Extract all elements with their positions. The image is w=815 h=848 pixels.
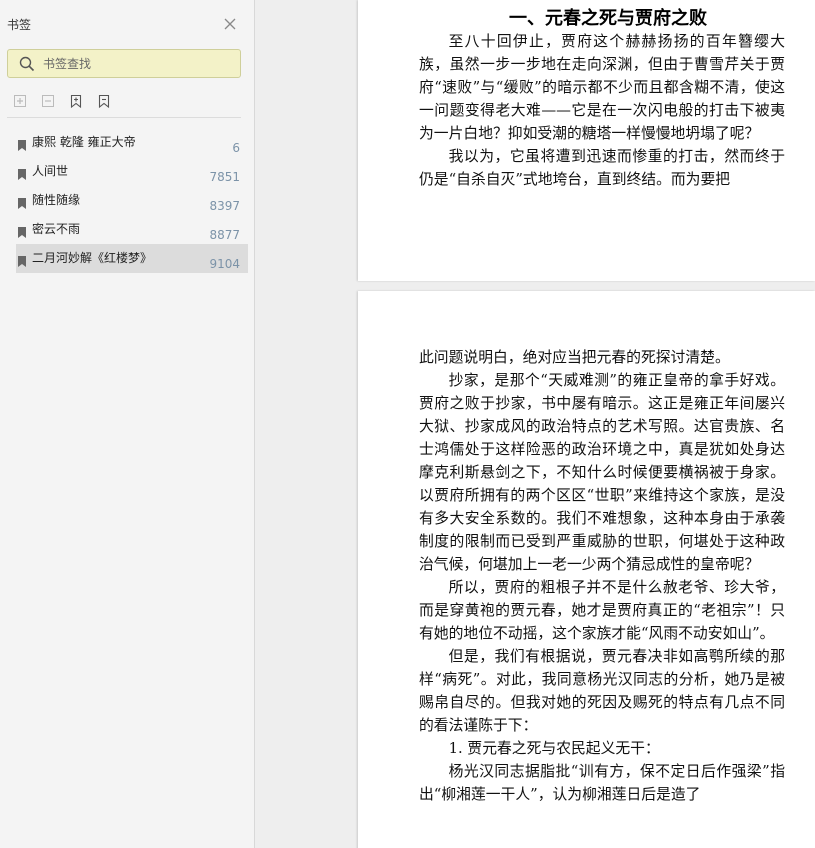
bookmark-item[interactable]: 随性随缘 8397 [16, 186, 248, 215]
bookmark-icon [18, 252, 26, 267]
page-text: 至八十回伊止，贾府这个赫赫扬扬的百年簪缨大族，虽然一步一步地在走向深渊，但由于曹… [419, 30, 785, 191]
bookmark-label: 康熙 乾隆 雍正大帝 [32, 135, 136, 149]
paragraph: 所以，贾府的粗根子并不是什么赦老爷、珍大爷，而是穿黄袍的贾元春，她才是贾府真正的… [419, 579, 785, 642]
bookmark-label: 密云不雨 [32, 222, 81, 236]
close-icon[interactable] [222, 16, 238, 32]
add-bookmark-icon[interactable] [68, 93, 84, 109]
collapse-all-icon[interactable] [40, 93, 56, 109]
bookmark-icon [18, 136, 26, 151]
bookmark-page-number: 8397 [209, 199, 240, 213]
bookmark-search-box[interactable] [7, 49, 241, 78]
paragraph: 但是，我们有根据说，贾元春决非如高鹗所续的那样“病死”。对此，我同意杨光汉同志的… [419, 648, 785, 734]
bookmark-sidebar: 书签 书签查找 康熙 乾隆 雍正大帝 6 人间世 7851 随性随缘 8397 … [0, 0, 255, 848]
search-icon [19, 56, 35, 72]
bookmark-page-number: 7851 [209, 170, 240, 184]
bookmark-item[interactable]: 密云不雨 8877 [16, 215, 248, 244]
bookmark-label: 随性随缘 [32, 193, 81, 207]
bookmark-label: 二月河妙解《红楼梦》 [32, 251, 153, 265]
bookmark-item-selected[interactable]: 二月河妙解《红楼梦》 9104 [16, 244, 248, 273]
bookmark-icon [18, 194, 26, 209]
bookmark-search-input[interactable] [43, 55, 233, 73]
bookmark-page-number: 8877 [209, 228, 240, 242]
sidebar-title: 书签 [7, 18, 32, 32]
bookmark-item[interactable]: 康熙 乾隆 雍正大帝 6 [16, 128, 248, 157]
remove-bookmark-icon[interactable] [96, 93, 112, 109]
bookmark-page-number: 6 [232, 141, 240, 155]
document-page: 此问题说明白，绝对应当把元春的死探讨清楚。 抄家，是那个“天威难测”的雍正皇帝的… [358, 291, 815, 848]
sidebar-divider [7, 117, 241, 118]
bookmark-page-number: 9104 [209, 257, 240, 271]
bookmark-list: 康熙 乾隆 雍正大帝 6 人间世 7851 随性随缘 8397 密云不雨 887… [16, 128, 248, 273]
reader-app: 书签 书签查找 康熙 乾隆 雍正大帝 6 人间世 7851 随性随缘 8397 … [0, 0, 815, 848]
bookmark-label: 人间世 [32, 164, 69, 178]
document-page: 一、元春之死与贾府之败 至八十回伊止，贾府这个赫赫扬扬的百年簪缨大族，虽然一步一… [358, 0, 815, 281]
paragraph-continuation: 此问题说明白，绝对应当把元春的死探讨清楚。 [419, 349, 730, 366]
page-text: 此问题说明白，绝对应当把元春的死探讨清楚。 抄家，是那个“天威难测”的雍正皇帝的… [419, 346, 785, 806]
paragraph: 1. 贾元春之死与农民起义无干： [448, 740, 660, 757]
paragraph: 至八十回伊止，贾府这个赫赫扬扬的百年簪缨大族，虽然一步一步地在走向深渊，但由于曹… [419, 33, 785, 142]
bookmark-icon [18, 223, 26, 238]
bookmark-icon [18, 165, 26, 180]
expand-all-icon[interactable] [12, 93, 28, 109]
paragraph: 我以为，它虽将遭到迅速而惨重的打击，然而终于仍是“自杀自灭”式地垮台，直到终结。… [419, 148, 785, 188]
chapter-title: 一、元春之死与贾府之败 [509, 8, 707, 29]
bookmark-item[interactable]: 人间世 7851 [16, 157, 248, 186]
paragraph: 杨光汉同志据脂批“训有方，保不定日后作强梁”指出“柳湘莲一干人”，认为柳湘莲日后… [419, 763, 785, 803]
paragraph: 抄家，是那个“天威难测”的雍正皇帝的拿手好戏。贾府之败于抄家，书中屡有暗示。这正… [419, 372, 785, 573]
